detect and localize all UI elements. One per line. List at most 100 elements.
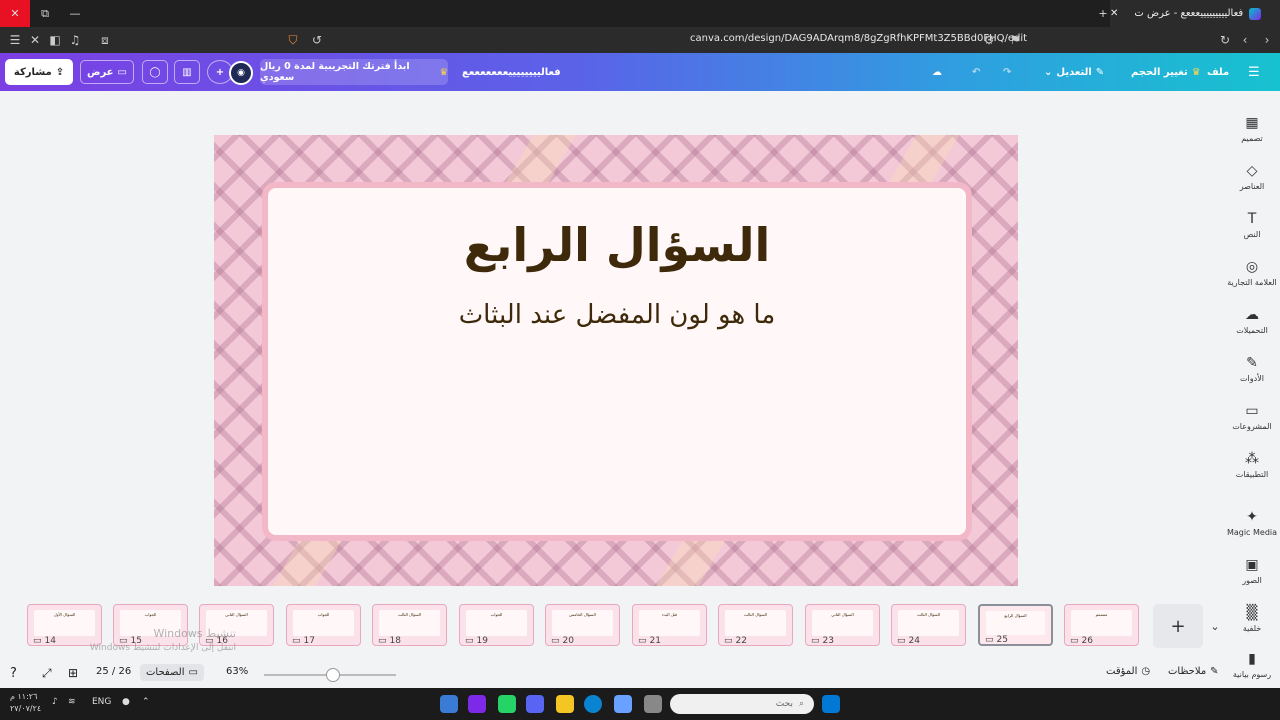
avatar[interactable]: ◉: [229, 61, 253, 85]
grid-view-icon[interactable]: ⊞: [68, 666, 78, 680]
comment-icon: ▭: [724, 636, 733, 646]
taskbar-app-icon[interactable]: [468, 695, 486, 713]
zoom-slider[interactable]: [264, 668, 396, 682]
fullscreen-icon[interactable]: ⤢: [42, 666, 52, 681]
bookmark-icon[interactable]: ⚑: [1006, 31, 1024, 49]
timer-button[interactable]: المؤقت ◷: [1106, 666, 1150, 677]
taskbar-clock[interactable]: ١١:٢٦ م ٢٧/٠٧/٢٤: [10, 691, 41, 715]
taskbar-app-icon[interactable]: [498, 695, 516, 713]
help-icon[interactable]: ?: [10, 666, 17, 681]
browser-tab[interactable]: فعاليييييييييعععع - عرض ت ✕: [1110, 0, 1280, 27]
thumbnail-title: السؤال الثاني: [225, 612, 248, 617]
taskbar-app-icon[interactable]: [440, 695, 458, 713]
cloud-save-icon[interactable]: ☁: [932, 60, 942, 84]
thumbnail-title: الجواب: [490, 612, 503, 617]
sidebar-item-brand[interactable]: ◎ العلامة التجارية: [1224, 251, 1280, 295]
taskbar-search[interactable]: بحث ⌕: [670, 694, 814, 714]
reload-icon[interactable]: ↻: [1216, 31, 1234, 49]
close-window-button[interactable]: ✕: [0, 0, 30, 27]
upload-cloud-icon: ☁: [1245, 306, 1259, 323]
forward-icon[interactable]: ›: [1258, 31, 1276, 49]
redo-icon[interactable]: ↷: [1003, 60, 1011, 84]
present-button[interactable]: عرض ▭: [80, 60, 134, 84]
photo-icon: ▣: [1245, 556, 1259, 573]
taskbar-app-icon[interactable]: [614, 695, 632, 713]
collapse-thumbnails-button[interactable]: ⌄: [1205, 604, 1225, 648]
sidebar-icon[interactable]: ◧: [46, 31, 64, 49]
thumbnail-number: 23: [822, 636, 834, 646]
extension-icon[interactable]: ✕: [26, 31, 44, 49]
page-thumbnail-selected[interactable]: السؤال الرابع ▭ 25: [978, 604, 1053, 646]
thumbnail-number: 21: [649, 636, 661, 646]
sidebar-item-projects[interactable]: ▭ المشروعات: [1224, 395, 1280, 439]
file-menu[interactable]: ملف: [1207, 60, 1229, 84]
page-thumbnail[interactable]: الجواب ▭ 17: [286, 604, 361, 646]
microphone-icon[interactable]: ●: [122, 697, 130, 707]
windows-start-icon[interactable]: [822, 695, 840, 713]
add-page-button[interactable]: +: [1153, 604, 1203, 648]
reload-page-icon[interactable]: ↺: [308, 31, 326, 49]
wifi-icon[interactable]: ≋: [68, 697, 76, 707]
sidebar-item-magic-media[interactable]: ✦ Magic Media: [1224, 501, 1280, 545]
back-icon[interactable]: ‹: [1236, 31, 1254, 49]
task-view-icon[interactable]: [644, 695, 662, 713]
design-icon: ▦: [1245, 114, 1259, 131]
page-thumbnail[interactable]: السؤال الثالث ▭ 24: [891, 604, 966, 646]
discord-icon[interactable]: [526, 695, 544, 713]
sidebar-item-elements[interactable]: ◇ العناصر: [1224, 155, 1280, 199]
thumbnail-title: السؤال الرابع: [1004, 613, 1027, 618]
sidebar-item-text[interactable]: T النص: [1224, 203, 1280, 247]
page-thumbnail[interactable]: السؤال الثالث ▭ 18: [372, 604, 447, 646]
menu-icon[interactable]: ☰: [6, 31, 24, 49]
show-hidden-icons-icon[interactable]: ⌃: [142, 697, 150, 707]
language-indicator[interactable]: ENG: [92, 697, 111, 707]
restore-window-button[interactable]: ⧉: [30, 0, 60, 27]
edit-label: التعديل: [1056, 66, 1092, 78]
sidebar-item-tools[interactable]: ✎ الأدوات: [1224, 347, 1280, 391]
thumbnail-title: السؤال الأول: [53, 612, 76, 617]
sidebar-item-background[interactable]: ▒ خلفية: [1224, 597, 1280, 641]
music-icon[interactable]: ♫: [66, 31, 84, 49]
page-thumbnail[interactable]: السؤال الثاني ▭ 23: [805, 604, 880, 646]
undo-icon[interactable]: ↶: [972, 60, 980, 84]
share-button[interactable]: مشاركة ⇪: [5, 59, 73, 85]
zoom-slider-handle[interactable]: [325, 668, 340, 682]
sidebar-item-label: العناصر: [1239, 181, 1265, 191]
slide-subtitle[interactable]: ما هو لون المفضل عند البثاث: [268, 300, 966, 330]
comment-icon: ▭: [551, 636, 560, 646]
brave-shield-icon[interactable]: ⛉: [284, 31, 302, 49]
file-explorer-icon[interactable]: [556, 695, 574, 713]
insights-button[interactable]: ▥: [174, 60, 200, 84]
edge-icon[interactable]: [584, 695, 602, 713]
notes-button[interactable]: ملاحظات ✎: [1168, 666, 1219, 677]
resize-button[interactable]: تغيير الحجم ♛: [1131, 60, 1201, 84]
pages-button[interactable]: الصفحات ▭: [140, 664, 204, 681]
start-trial-button[interactable]: ابدأ فترتك التجريبية لمدة 0 ريال سعودي ♛: [260, 59, 448, 85]
thumbnail-number: 19: [476, 636, 488, 646]
page-thumbnail[interactable]: السؤال الخامس ▭ 20: [545, 604, 620, 646]
comment-button[interactable]: ◯: [142, 60, 168, 84]
sidebar-item-apps[interactable]: ⁂ التطبيقات: [1224, 443, 1280, 487]
minimize-window-button[interactable]: —: [60, 0, 90, 27]
watermark-line2: انتقل إلى الإعدادات لتنشيط Windows: [89, 643, 236, 653]
edit-mode-dropdown[interactable]: ⌄ التعديل ✎: [1044, 60, 1104, 84]
screenshot-icon[interactable]: ⧈: [96, 31, 114, 49]
slide-card[interactable]: السؤال الرابع ما هو لون المفضل عند البثا…: [262, 182, 972, 541]
sidebar-item-photos[interactable]: ▣ الصور: [1224, 549, 1280, 593]
slide-title[interactable]: السؤال الرابع: [268, 218, 966, 272]
slide-canvas[interactable]: السؤال الرابع ما هو لون المفضل عند البثا…: [214, 135, 1018, 586]
page-thumbnail[interactable]: ممممم ▭ 26: [1064, 604, 1139, 646]
main-menu-icon[interactable]: ☰: [1248, 60, 1260, 84]
site-settings-icon[interactable]: ⚙: [980, 31, 998, 49]
page-thumbnail[interactable]: قبل البدء ▭ 21: [632, 604, 707, 646]
sidebar-item-design[interactable]: ▦ تصميم: [1224, 107, 1280, 151]
page-thumbnail[interactable]: الجواب ▭ 19: [459, 604, 534, 646]
upload-icon: ⇪: [55, 66, 65, 78]
page-thumbnail[interactable]: السؤال الثالث ▭ 22: [718, 604, 793, 646]
url-text[interactable]: canva.com/design/DAG9ADArqm8/8gZgRfhKPFM…: [690, 33, 1027, 44]
sidebar-item-uploads[interactable]: ☁ التحميلات: [1224, 299, 1280, 343]
tab-close-icon[interactable]: ✕: [1110, 8, 1118, 19]
document-title[interactable]: فعالييييييييعععععععع: [462, 60, 561, 84]
volume-icon[interactable]: ♪: [52, 697, 58, 707]
zoom-value[interactable]: 63%: [226, 666, 248, 677]
